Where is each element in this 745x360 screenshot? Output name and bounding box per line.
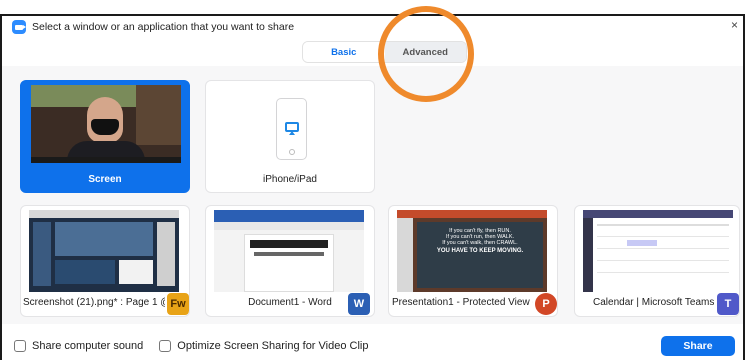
source-label: Screen <box>88 174 122 185</box>
window-title: Select a window or an application that y… <box>32 21 295 33</box>
source-card-powerpoint[interactable]: If you can't fly, then RUN. If you can't… <box>388 205 558 317</box>
title-bar: Select a window or an application that y… <box>2 16 743 38</box>
outer-frame-top <box>0 0 745 14</box>
source-label: Screenshot (21).png* : Page 1 @ ... <box>23 297 165 308</box>
window-thumbnail <box>29 210 179 292</box>
optimize-video-label: Optimize Screen Sharing for Video Clip <box>177 340 369 352</box>
source-card-iphone-ipad[interactable]: iPhone/iPad <box>205 80 375 193</box>
slide-text-line: YOU HAVE TO KEEP MOVING. <box>436 248 524 254</box>
source-card-microsoft-teams[interactable]: Calendar | Microsoft Teams T <box>574 205 740 317</box>
optimize-video-checkbox[interactable] <box>159 340 172 352</box>
source-label: iPhone/iPad <box>263 174 317 185</box>
fireworks-app-icon: Fw <box>167 293 189 315</box>
share-sound-label: Share computer sound <box>32 340 144 352</box>
zoom-logo-icon <box>12 20 26 34</box>
window-thumbnail <box>583 210 733 292</box>
annotation-highlight-circle <box>378 6 474 102</box>
slide-text-line: If you can't walk, then CRAWL. <box>442 240 518 246</box>
tab-basic[interactable]: Basic <box>303 42 385 62</box>
window-thumbnail <box>214 210 364 292</box>
share-options-bar: Share computer sound Optimize Screen Sha… <box>2 334 743 358</box>
share-button[interactable]: Share <box>661 336 735 356</box>
source-label: Calendar | Microsoft Teams <box>593 297 715 308</box>
source-card-screenshot-window[interactable]: Screenshot (21).png* : Page 1 @ ... Fw <box>20 205 190 317</box>
teams-app-icon: T <box>717 293 739 315</box>
screen-preview-thumbnail <box>31 85 181 163</box>
source-card-word-document[interactable]: Document1 - Word W <box>205 205 375 317</box>
close-icon[interactable]: × <box>731 18 741 32</box>
window-thumbnail: If you can't fly, then RUN. If you can't… <box>397 210 547 292</box>
ipad-airplay-icon <box>276 98 307 160</box>
powerpoint-app-icon: P <box>535 293 557 315</box>
word-app-icon: W <box>348 293 370 315</box>
source-label: Presentation1 - Protected View -... <box>392 297 533 308</box>
share-sound-checkbox[interactable] <box>14 340 26 352</box>
source-card-screen[interactable]: Screen <box>20 80 190 193</box>
